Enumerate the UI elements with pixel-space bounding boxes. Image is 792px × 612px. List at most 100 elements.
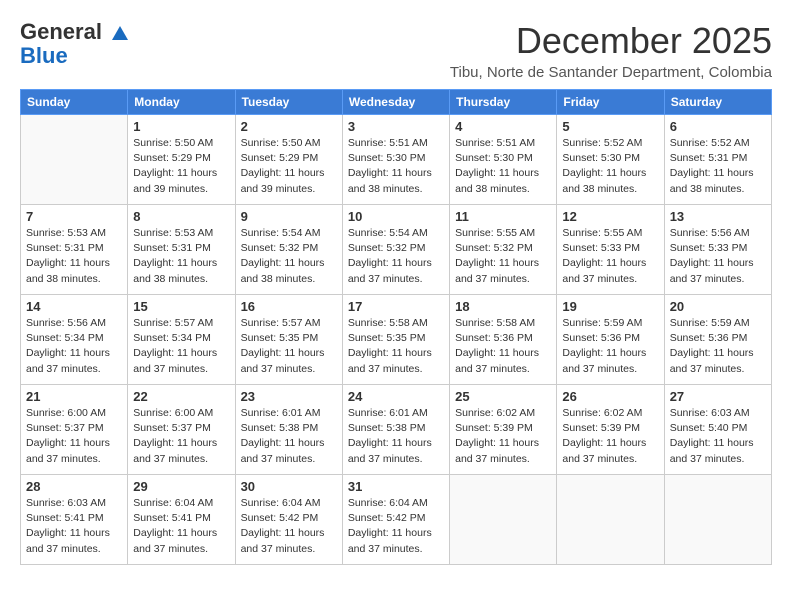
day-number: 16 bbox=[241, 299, 337, 314]
calendar-cell: 19 Sunrise: 5:59 AMSunset: 5:36 PMDayligh… bbox=[557, 295, 664, 385]
day-info: Sunrise: 6:00 AMSunset: 5:37 PMDaylight:… bbox=[133, 406, 229, 467]
day-number: 8 bbox=[133, 209, 229, 224]
calendar-table: SundayMondayTuesdayWednesdayThursdayFrid… bbox=[20, 89, 772, 565]
calendar-cell: 8 Sunrise: 5:53 AMSunset: 5:31 PMDaylight… bbox=[128, 205, 235, 295]
day-number: 28 bbox=[26, 479, 122, 494]
day-number: 27 bbox=[670, 389, 766, 404]
day-info: Sunrise: 5:53 AMSunset: 5:31 PMDaylight:… bbox=[26, 226, 122, 287]
calendar-cell: 13 Sunrise: 5:56 AMSunset: 5:33 PMDayligh… bbox=[664, 205, 771, 295]
day-number: 29 bbox=[133, 479, 229, 494]
day-number: 25 bbox=[455, 389, 551, 404]
calendar-cell: 26Sunrise: 6:02 AMSunset: 5:39 PMDayligh… bbox=[557, 385, 664, 475]
calendar-cell: 23 Sunrise: 6:01 AMSunset: 5:38 PMDayligh… bbox=[235, 385, 342, 475]
calendar-cell: 28 Sunrise: 6:03 AMSunset: 5:41 PMDayligh… bbox=[21, 475, 128, 565]
weekday-header-row: SundayMondayTuesdayWednesdayThursdayFrid… bbox=[21, 90, 772, 115]
title-area: December 2025 Tibu, Norte de Santander D… bbox=[450, 20, 772, 81]
calendar-cell: 29 Sunrise: 6:04 AMSunset: 5:41 PMDayligh… bbox=[128, 475, 235, 565]
day-info: Sunrise: 5:57 AMSunset: 5:35 PMDaylight:… bbox=[241, 316, 337, 377]
day-info: Sunrise: 5:53 AMSunset: 5:31 PMDaylight:… bbox=[133, 226, 229, 287]
calendar-cell: 5 Sunrise: 5:52 AMSunset: 5:30 PMDaylight… bbox=[557, 115, 664, 205]
day-info: Sunrise: 5:50 AMSunset: 5:29 PMDaylight:… bbox=[133, 136, 229, 197]
day-info: Sunrise: 5:56 AMSunset: 5:34 PMDaylight:… bbox=[26, 316, 122, 377]
day-number: 7 bbox=[26, 209, 122, 224]
day-info: Sunrise: 6:04 AMSunset: 5:42 PMDaylight:… bbox=[241, 496, 337, 557]
calendar-cell: 14 Sunrise: 5:56 AMSunset: 5:34 PMDayligh… bbox=[21, 295, 128, 385]
day-info: Sunrise: 6:01 AMSunset: 5:38 PMDaylight:… bbox=[241, 406, 337, 467]
day-number: 14 bbox=[26, 299, 122, 314]
day-number: 1 bbox=[133, 119, 229, 134]
day-info: Sunrise: 5:55 AMSunset: 5:32 PMDaylight:… bbox=[455, 226, 551, 287]
day-number: 15 bbox=[133, 299, 229, 314]
calendar-cell bbox=[664, 475, 771, 565]
calendar-cell: 9Sunrise: 5:54 AMSunset: 5:32 PMDaylight… bbox=[235, 205, 342, 295]
day-info: Sunrise: 6:00 AMSunset: 5:37 PMDaylight:… bbox=[26, 406, 122, 467]
day-info: Sunrise: 5:52 AMSunset: 5:30 PMDaylight:… bbox=[562, 136, 658, 197]
day-number: 17 bbox=[348, 299, 444, 314]
calendar-cell: 30Sunrise: 6:04 AMSunset: 5:42 PMDayligh… bbox=[235, 475, 342, 565]
day-number: 31 bbox=[348, 479, 444, 494]
calendar-cell: 24Sunrise: 6:01 AMSunset: 5:38 PMDayligh… bbox=[342, 385, 449, 475]
calendar-cell: 31 Sunrise: 6:04 AMSunset: 5:42 PMDayligh… bbox=[342, 475, 449, 565]
day-info: Sunrise: 6:02 AMSunset: 5:39 PMDaylight:… bbox=[455, 406, 551, 467]
day-info: Sunrise: 5:54 AMSunset: 5:32 PMDaylight:… bbox=[348, 226, 444, 287]
day-info: Sunrise: 6:04 AMSunset: 5:41 PMDaylight:… bbox=[133, 496, 229, 557]
calendar-cell: 25 Sunrise: 6:02 AMSunset: 5:39 PMDayligh… bbox=[450, 385, 557, 475]
weekday-header-thursday: Thursday bbox=[450, 90, 557, 115]
day-info: Sunrise: 6:02 AMSunset: 5:39 PMDaylight:… bbox=[562, 406, 658, 467]
day-number: 19 bbox=[562, 299, 658, 314]
calendar-cell: 15 Sunrise: 5:57 AMSunset: 5:34 PMDayligh… bbox=[128, 295, 235, 385]
calendar-cell bbox=[450, 475, 557, 565]
calendar-cell: 11 Sunrise: 5:55 AMSunset: 5:32 PMDayligh… bbox=[450, 205, 557, 295]
calendar-cell: 17Sunrise: 5:58 AMSunset: 5:35 PMDayligh… bbox=[342, 295, 449, 385]
day-info: Sunrise: 6:03 AMSunset: 5:40 PMDaylight:… bbox=[670, 406, 766, 467]
logo: General Blue bbox=[20, 20, 128, 68]
week-row-1: 1 Sunrise: 5:50 AMSunset: 5:29 PMDaylight… bbox=[21, 115, 772, 205]
day-info: Sunrise: 5:57 AMSunset: 5:34 PMDaylight:… bbox=[133, 316, 229, 377]
day-number: 20 bbox=[670, 299, 766, 314]
day-number: 3 bbox=[348, 119, 444, 134]
calendar-cell: 16 Sunrise: 5:57 AMSunset: 5:35 PMDayligh… bbox=[235, 295, 342, 385]
week-row-2: 7 Sunrise: 5:53 AMSunset: 5:31 PMDaylight… bbox=[21, 205, 772, 295]
week-row-3: 14 Sunrise: 5:56 AMSunset: 5:34 PMDayligh… bbox=[21, 295, 772, 385]
day-info: Sunrise: 5:54 AMSunset: 5:32 PMDaylight:… bbox=[241, 226, 337, 287]
day-number: 12 bbox=[562, 209, 658, 224]
day-info: Sunrise: 5:55 AMSunset: 5:33 PMDaylight:… bbox=[562, 226, 658, 287]
weekday-header-friday: Friday bbox=[557, 90, 664, 115]
day-number: 21 bbox=[26, 389, 122, 404]
calendar-cell: 21 Sunrise: 6:00 AMSunset: 5:37 PMDayligh… bbox=[21, 385, 128, 475]
day-number: 6 bbox=[670, 119, 766, 134]
day-info: Sunrise: 5:59 AMSunset: 5:36 PMDaylight:… bbox=[670, 316, 766, 377]
day-number: 24 bbox=[348, 389, 444, 404]
day-info: Sunrise: 5:52 AMSunset: 5:31 PMDaylight:… bbox=[670, 136, 766, 197]
day-info: Sunrise: 5:51 AMSunset: 5:30 PMDaylight:… bbox=[455, 136, 551, 197]
weekday-header-tuesday: Tuesday bbox=[235, 90, 342, 115]
calendar-cell: 12 Sunrise: 5:55 AMSunset: 5:33 PMDayligh… bbox=[557, 205, 664, 295]
calendar-cell bbox=[21, 115, 128, 205]
calendar-cell: 2 Sunrise: 5:50 AMSunset: 5:29 PMDaylight… bbox=[235, 115, 342, 205]
day-number: 22 bbox=[133, 389, 229, 404]
day-number: 11 bbox=[455, 209, 551, 224]
calendar-cell: 1 Sunrise: 5:50 AMSunset: 5:29 PMDaylight… bbox=[128, 115, 235, 205]
calendar-cell: 20 Sunrise: 5:59 AMSunset: 5:36 PMDayligh… bbox=[664, 295, 771, 385]
day-number: 23 bbox=[241, 389, 337, 404]
day-info: Sunrise: 5:56 AMSunset: 5:33 PMDaylight:… bbox=[670, 226, 766, 287]
page-header: General Blue December 2025 Tibu, Norte d… bbox=[20, 20, 772, 81]
logo-text-general: General bbox=[20, 20, 128, 44]
week-row-5: 28 Sunrise: 6:03 AMSunset: 5:41 PMDayligh… bbox=[21, 475, 772, 565]
week-row-4: 21 Sunrise: 6:00 AMSunset: 5:37 PMDayligh… bbox=[21, 385, 772, 475]
day-number: 13 bbox=[670, 209, 766, 224]
calendar-cell: 3Sunrise: 5:51 AMSunset: 5:30 PMDaylight… bbox=[342, 115, 449, 205]
day-info: Sunrise: 5:50 AMSunset: 5:29 PMDaylight:… bbox=[241, 136, 337, 197]
day-info: Sunrise: 6:04 AMSunset: 5:42 PMDaylight:… bbox=[348, 496, 444, 557]
day-number: 5 bbox=[562, 119, 658, 134]
calendar-cell: 6 Sunrise: 5:52 AMSunset: 5:31 PMDaylight… bbox=[664, 115, 771, 205]
logo-text-blue: Blue bbox=[20, 43, 68, 68]
day-info: Sunrise: 5:59 AMSunset: 5:36 PMDaylight:… bbox=[562, 316, 658, 377]
day-number: 10 bbox=[348, 209, 444, 224]
calendar-cell: 27 Sunrise: 6:03 AMSunset: 5:40 PMDayligh… bbox=[664, 385, 771, 475]
calendar-cell: 7 Sunrise: 5:53 AMSunset: 5:31 PMDaylight… bbox=[21, 205, 128, 295]
calendar-cell: 18Sunrise: 5:58 AMSunset: 5:36 PMDayligh… bbox=[450, 295, 557, 385]
day-number: 2 bbox=[241, 119, 337, 134]
day-info: Sunrise: 6:03 AMSunset: 5:41 PMDaylight:… bbox=[26, 496, 122, 557]
weekday-header-wednesday: Wednesday bbox=[342, 90, 449, 115]
